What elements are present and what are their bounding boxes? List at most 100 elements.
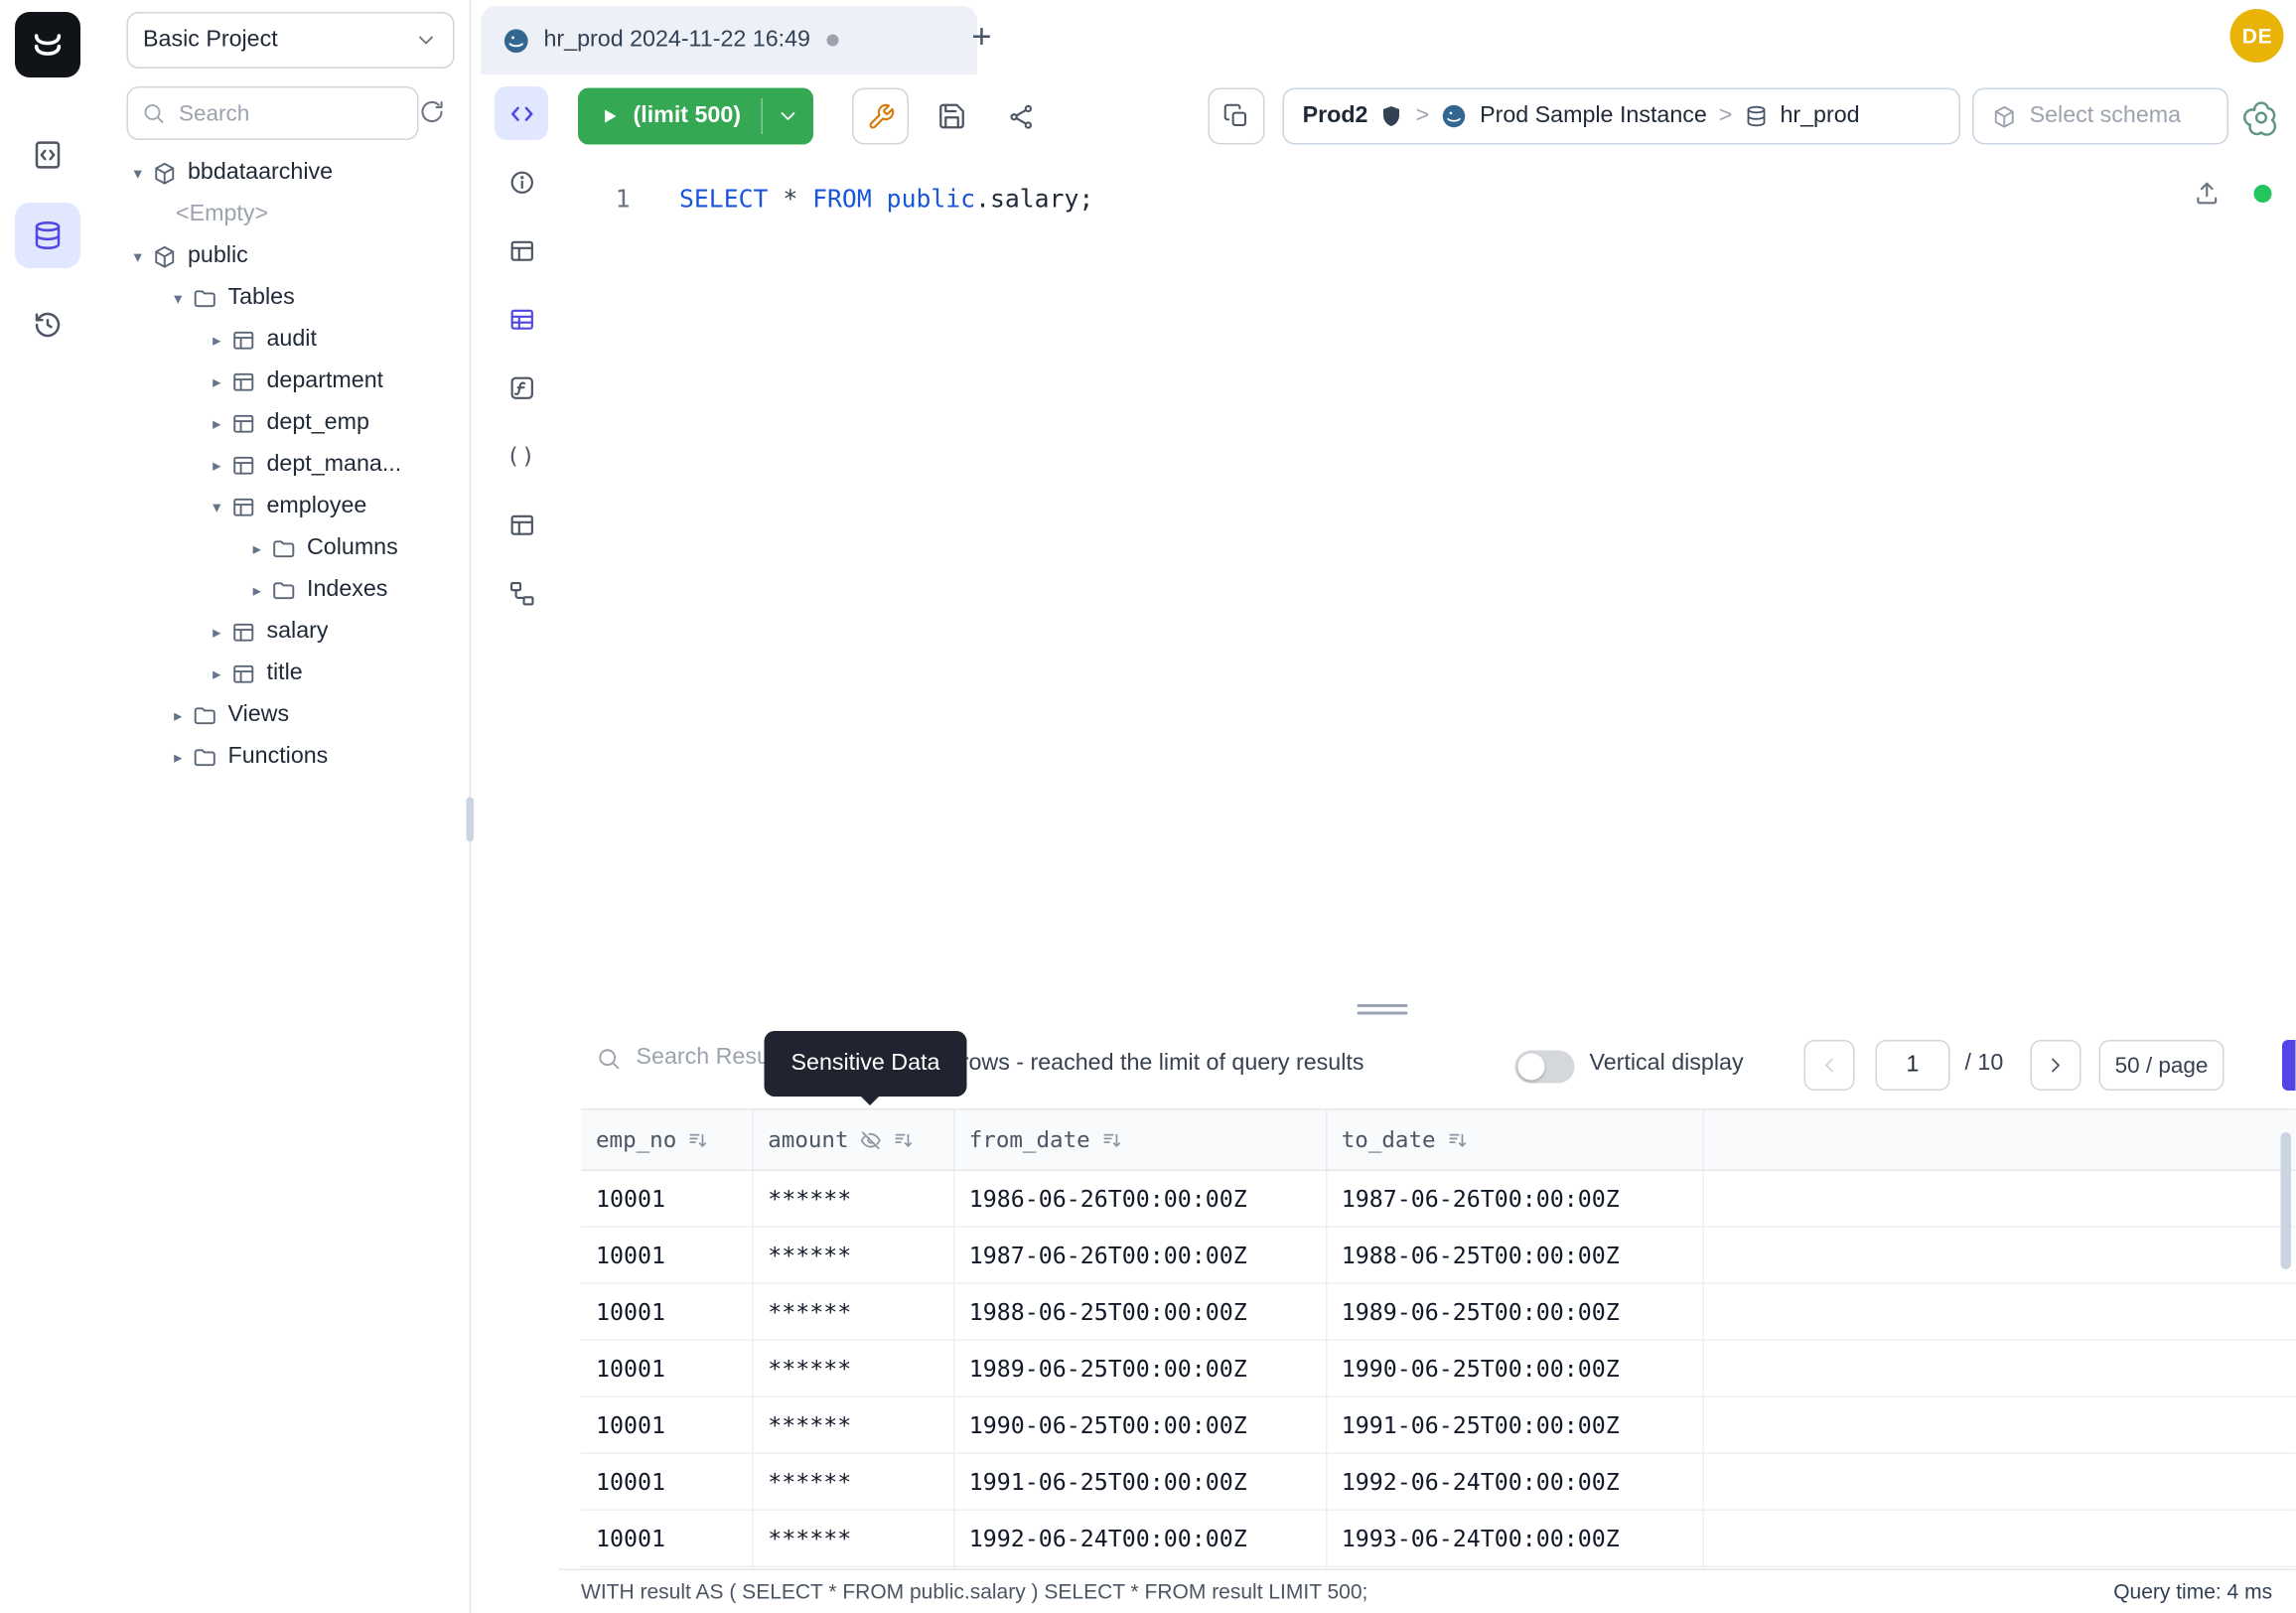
save-button[interactable] <box>924 88 980 145</box>
editor-tool-info[interactable] <box>495 155 548 209</box>
caret-right-icon[interactable]: ▸ <box>246 580 269 600</box>
rail-item-database[interactable] <box>15 203 80 268</box>
copy-button[interactable] <box>1209 88 1265 145</box>
prev-page-button[interactable] <box>1804 1040 1855 1091</box>
tree-item-public[interactable]: ▾public <box>97 235 470 277</box>
editor-tool-er-diagram[interactable] <box>495 566 548 620</box>
page-number-input[interactable] <box>1876 1040 1950 1091</box>
cell[interactable]: ****** <box>753 1340 954 1396</box>
schema-select[interactable]: Select schema <box>1973 88 2229 145</box>
ai-assistant-button[interactable] <box>2239 95 2284 140</box>
run-query-button[interactable]: (limit 500) <box>578 88 814 145</box>
tree-item-tables[interactable]: ▾Tables <box>97 277 470 319</box>
cell[interactable]: 1991-06-25T00:00:00Z <box>1326 1396 1703 1453</box>
editor-tool-code[interactable] <box>495 86 548 140</box>
function-icon <box>507 373 536 402</box>
cell[interactable]: 10001 <box>581 1396 753 1453</box>
tab-worksheet[interactable]: hr_prod 2024-11-22 16:49 <box>482 6 978 74</box>
caret-down-icon[interactable]: ▾ <box>127 246 150 266</box>
cell[interactable]: 1993-06-24T00:00:00Z <box>1326 1510 1703 1566</box>
refresh-button[interactable] <box>410 89 455 134</box>
tree-item-functions[interactable]: ▸Functions <box>97 736 470 778</box>
cell[interactable]: 10001 <box>581 1510 753 1566</box>
editor-tool-table[interactable] <box>495 498 548 551</box>
caret-right-icon[interactable]: ▸ <box>246 538 269 558</box>
column-header-emp_no[interactable]: emp_no <box>581 1109 753 1171</box>
tree-item-indexes[interactable]: ▸Indexes <box>97 569 470 611</box>
tree-item-employee[interactable]: ▾ employee <box>97 486 470 527</box>
sql-editor[interactable]: 1 SELECT * FROM public.salary; <box>559 158 2296 1001</box>
cell[interactable]: ****** <box>753 1510 954 1566</box>
cell[interactable]: ****** <box>753 1227 954 1283</box>
cell[interactable]: 1986-06-26T00:00:00Z <box>953 1170 1326 1227</box>
cell[interactable]: 10001 <box>581 1283 753 1340</box>
tree-item-title[interactable]: ▸title <box>97 653 470 694</box>
cell[interactable]: ****** <box>753 1283 954 1340</box>
cell[interactable]: 1987-06-26T00:00:00Z <box>953 1227 1326 1283</box>
cell[interactable]: 10001 <box>581 1170 753 1227</box>
cell[interactable]: ****** <box>753 1453 954 1510</box>
editor-tool-table[interactable] <box>495 223 548 277</box>
cell[interactable]: 1992-06-24T00:00:00Z <box>1326 1453 1703 1510</box>
cell[interactable]: 10001 <box>581 1453 753 1510</box>
new-tab-button[interactable]: + <box>961 15 1003 57</box>
rail-item-history[interactable] <box>15 292 80 358</box>
caret-down-icon[interactable]: ▾ <box>127 163 150 183</box>
tree-item-dept-mana[interactable]: ▸dept_mana... <box>97 444 470 486</box>
admin-mode-button[interactable] <box>852 88 909 145</box>
panel-resize-handle[interactable] <box>1358 1001 1408 1016</box>
tree-item-bbdataarchive[interactable]: ▾bbdataarchive <box>97 152 470 194</box>
caret-right-icon[interactable]: ▸ <box>206 330 228 350</box>
app-logo[interactable] <box>15 12 80 77</box>
tree-item-empty[interactable]: <Empty> <box>97 194 470 235</box>
caret-right-icon[interactable]: ▸ <box>206 455 228 475</box>
editor-tool-parentheses[interactable]: () <box>495 429 548 483</box>
cell[interactable]: 1991-06-25T00:00:00Z <box>953 1453 1326 1510</box>
caret-right-icon[interactable]: ▸ <box>206 413 228 433</box>
cell[interactable]: 1992-06-24T00:00:00Z <box>953 1510 1326 1566</box>
next-page-button[interactable] <box>2031 1040 2081 1091</box>
page-size-select[interactable]: 50 / page <box>2099 1040 2224 1091</box>
editor-tool-table-data[interactable] <box>495 292 548 346</box>
cell[interactable]: ****** <box>753 1396 954 1453</box>
tree-item-salary[interactable]: ▸salary <box>97 611 470 653</box>
results-scrollbar[interactable] <box>2281 1132 2292 1269</box>
cell[interactable]: 1990-06-25T00:00:00Z <box>1326 1340 1703 1396</box>
sidebar-search-input[interactable] <box>176 99 404 128</box>
collapsed-panel-button[interactable] <box>2283 1040 2296 1091</box>
cell[interactable]: 1989-06-25T00:00:00Z <box>1326 1283 1703 1340</box>
tree-item-department[interactable]: ▸ department <box>97 361 470 402</box>
cell[interactable]: 1989-06-25T00:00:00Z <box>953 1340 1326 1396</box>
rail-item-worksheet[interactable] <box>15 122 80 188</box>
tree-item-dept-emp[interactable]: ▸dept_emp <box>97 402 470 444</box>
tree-item-label: employee <box>267 494 367 520</box>
tree-item-views[interactable]: ▸Views <box>97 694 470 736</box>
caret-down-icon[interactable]: ▾ <box>206 497 228 516</box>
caret-right-icon[interactable]: ▸ <box>206 371 228 391</box>
caret-right-icon[interactable]: ▸ <box>206 622 228 642</box>
upload-icon[interactable] <box>2194 179 2223 208</box>
caret-right-icon[interactable]: ▸ <box>167 747 190 767</box>
share-button[interactable] <box>992 88 1049 145</box>
tree-item-audit[interactable]: ▸audit <box>97 319 470 361</box>
cell[interactable]: 1990-06-25T00:00:00Z <box>953 1396 1326 1453</box>
cell[interactable]: 1988-06-25T00:00:00Z <box>953 1283 1326 1340</box>
cell[interactable]: ****** <box>753 1170 954 1227</box>
cell[interactable]: 10001 <box>581 1340 753 1396</box>
tree-item-columns[interactable]: ▸Columns <box>97 527 470 569</box>
tree-item-label: department <box>267 368 384 395</box>
cell[interactable]: 10001 <box>581 1227 753 1283</box>
cell[interactable]: 1987-06-26T00:00:00Z <box>1326 1170 1703 1227</box>
column-header-to_date[interactable]: to_date <box>1326 1109 1703 1171</box>
caret-right-icon[interactable]: ▸ <box>167 705 190 725</box>
caret-right-icon[interactable]: ▸ <box>206 663 228 683</box>
run-options-button[interactable] <box>764 88 814 145</box>
column-header-from_date[interactable]: from_date <box>953 1109 1326 1171</box>
vertical-display-toggle[interactable] <box>1515 1051 1575 1084</box>
column-header-amount[interactable]: amount <box>753 1109 954 1171</box>
caret-down-icon[interactable]: ▾ <box>167 288 190 308</box>
connection-breadcrumb[interactable]: Prod2 > Prod Sample Instance > hr_prod <box>1283 88 1961 145</box>
editor-tool-function[interactable] <box>495 361 548 414</box>
cell[interactable]: 1988-06-25T00:00:00Z <box>1326 1227 1703 1283</box>
project-select[interactable]: Basic Project <box>127 12 455 69</box>
